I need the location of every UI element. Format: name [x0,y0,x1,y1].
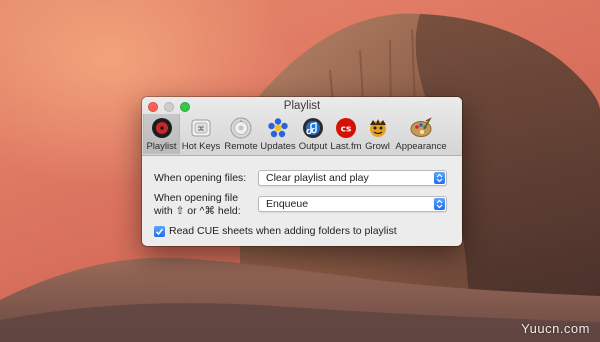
opening-modifier-value: Enqueue [266,198,309,210]
checkmark-icon [155,228,164,236]
preferences-toolbar: Playlist ⌘ Hot Keys Remote Updates Outpu… [143,114,462,154]
preferences-window: Playlist Playlist ⌘ Hot Keys Remote Upda… [142,97,462,246]
read-cue-checkbox[interactable] [154,226,165,237]
tab-hot-keys-label: Hot Keys [181,141,221,152]
window-title: Playlist [283,100,321,112]
tab-appearance[interactable]: Appearance [393,114,449,154]
svg-text:cs: cs [341,125,352,135]
popup-arrows-icon [434,198,445,210]
tab-remote-label: Remote [224,141,258,152]
opening-files-value: Clear playlist and play [266,172,369,184]
svg-text:⌘: ⌘ [198,125,205,133]
tab-updates-label: Updates [260,141,296,152]
tab-remote[interactable]: Remote [222,114,260,154]
opening-modifier-popup[interactable]: Enqueue [258,196,447,212]
popup-arrows-icon [434,172,445,184]
opening-files-popup[interactable]: Clear playlist and play [258,170,447,186]
tab-lastfm-label: Last.fm [330,141,362,152]
tab-output[interactable]: Output [296,114,330,154]
tab-playlist[interactable]: Playlist [143,114,180,154]
tab-updates[interactable]: Updates [260,114,296,154]
tab-playlist-label: Playlist [146,141,177,152]
read-cue-label[interactable]: Read CUE sheets when adding folders to p… [169,225,397,237]
hotkeys-icon: ⌘ [189,116,213,140]
opening-files-label: When opening files: [154,172,247,184]
tab-appearance-label: Appearance [395,141,447,152]
remote-icon [229,116,253,140]
tab-output-label: Output [298,141,328,152]
appearance-icon [409,116,433,140]
updates-icon [266,116,290,140]
playlist-icon [150,116,174,140]
tab-growl-label: Growl [365,141,390,152]
tab-lastfm[interactable]: cs Last.fm [330,114,362,154]
output-icon [301,116,325,140]
watermark-text: Yuucn.com [521,321,590,336]
tab-growl[interactable]: Growl [362,114,393,154]
tab-hot-keys[interactable]: ⌘ Hot Keys [180,114,222,154]
window-titlebar: Playlist Playlist ⌘ Hot Keys Remote Upda… [142,97,462,156]
opening-modifier-label-line2: with ⇧ or ^⌘ held: [154,205,241,217]
growl-icon [366,116,390,140]
opening-modifier-label-line1: When opening file [154,192,239,204]
playlist-settings-panel: When opening files: Clear playlist and p… [142,156,462,246]
lastfm-icon: cs [334,116,358,140]
